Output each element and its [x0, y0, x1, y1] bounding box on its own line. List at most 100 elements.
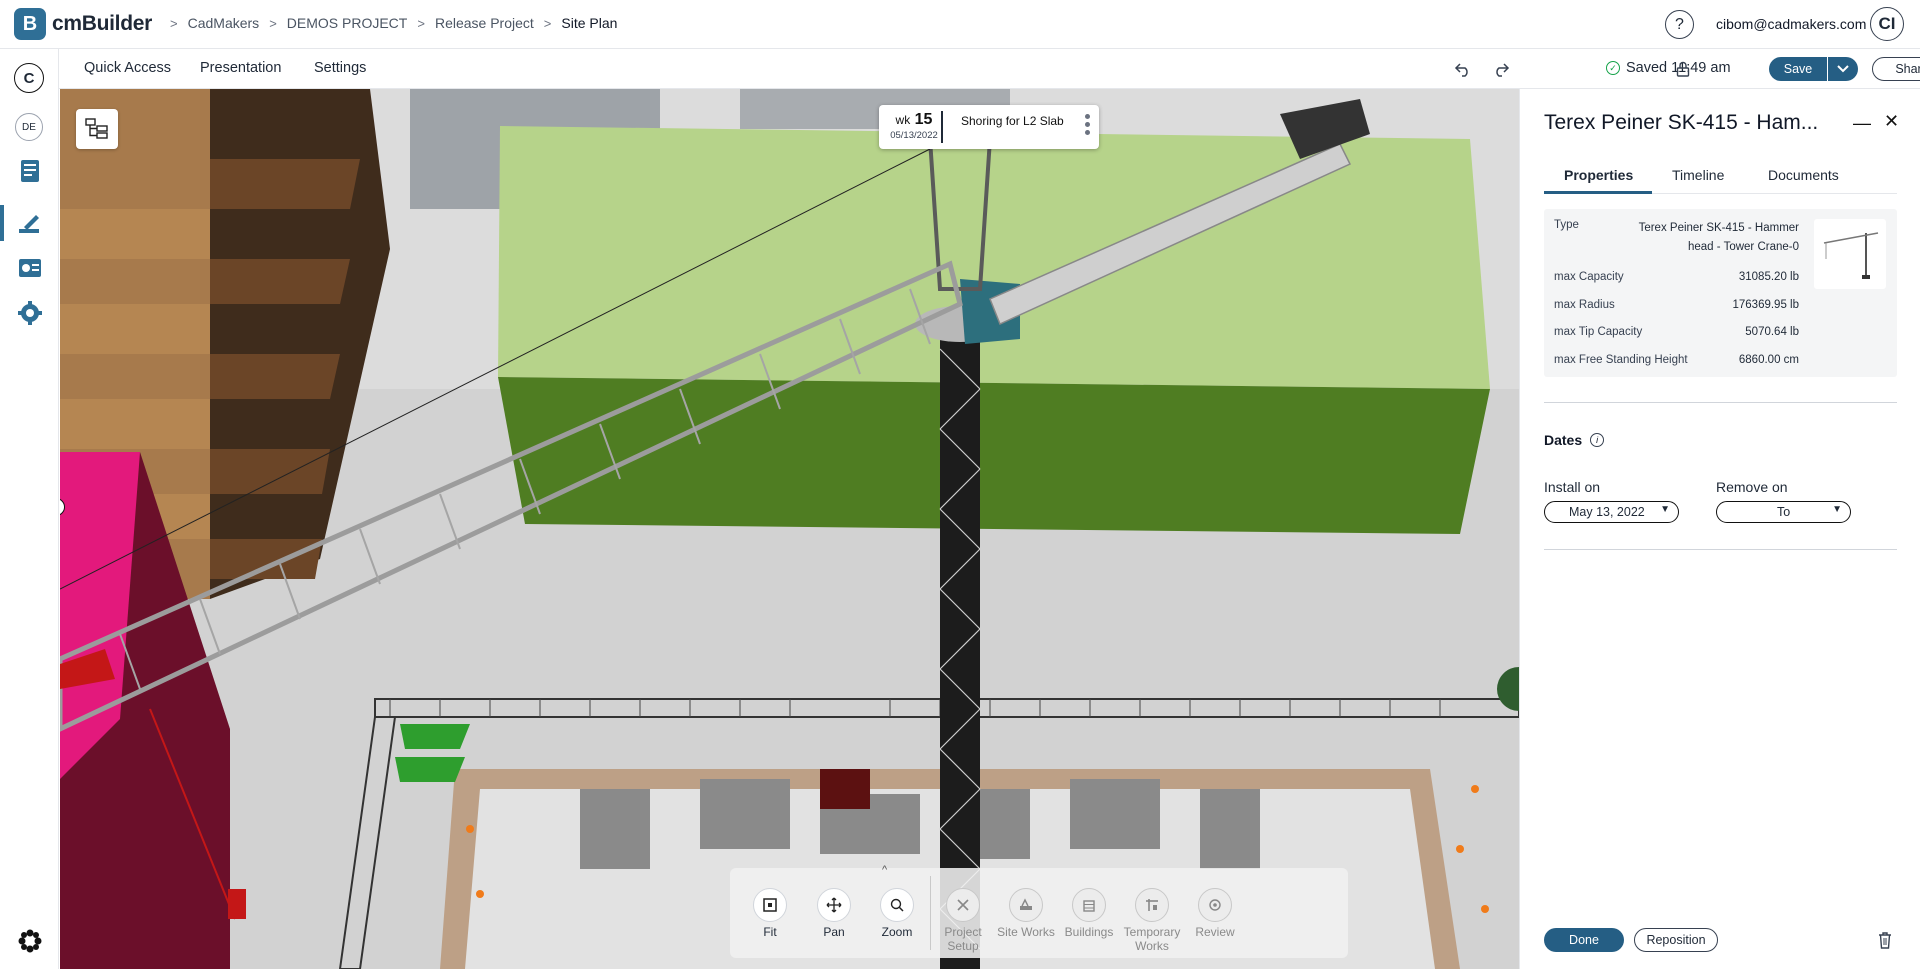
reposition-button[interactable]: Reposition — [1634, 928, 1718, 952]
active-indicator — [0, 205, 4, 241]
check-circle-icon: ✓ — [1606, 61, 1620, 75]
property-value: Terex Peiner SK-415 - Hammer head - Towe… — [1638, 222, 1799, 253]
buildings-tool[interactable]: Buildings — [1059, 888, 1119, 939]
view-toolbar: ^ Fit Pan Zoom Project Setup Site Works … — [730, 864, 1348, 958]
breadcrumb: > CadMakers > DEMOS PROJECT > Release Pr… — [170, 15, 617, 31]
schedule-week-card[interactable]: wk 15 05/13/2022 Shoring for L2 Slab — [879, 105, 1099, 149]
scene-tree-icon[interactable] — [76, 109, 118, 149]
site-3d-scene — [60, 89, 1519, 969]
fit-tool[interactable]: Fit — [740, 888, 800, 939]
app-logo[interactable]: B cmBuilder — [14, 8, 152, 40]
dashboard-icon[interactable] — [16, 254, 44, 282]
site-works-tool[interactable]: Site Works — [996, 888, 1056, 939]
property-value: 6860.00 cm — [1738, 354, 1799, 366]
save-button[interactable]: Save — [1769, 57, 1827, 81]
chevron-right-icon: > — [543, 15, 552, 31]
breadcrumb-item[interactable]: Release Project — [435, 15, 534, 31]
dates-label: Dates — [1544, 432, 1583, 448]
tool-label: Buildings — [1064, 925, 1114, 939]
property-row: Type Terex Peiner SK-415 - Hammer head -… — [1554, 219, 1799, 257]
pan-icon — [817, 888, 851, 922]
menu-bar: Quick Access Presentation Settings ✓ Sav… — [59, 49, 1920, 89]
tool-label: Site Works — [997, 925, 1055, 939]
app-name: cmBuilder — [52, 12, 152, 35]
chevron-up-icon[interactable]: ^ — [882, 864, 887, 876]
apps-grid-icon[interactable] — [16, 927, 44, 955]
tool-label: Fit — [763, 925, 777, 939]
caret-down-icon: ▼ — [1832, 504, 1842, 515]
property-value: 176369.95 lb — [1732, 299, 1799, 311]
schedule-book-icon[interactable] — [16, 157, 44, 185]
zoom-tool[interactable]: Zoom — [867, 888, 927, 939]
review-tool[interactable]: Review — [1185, 888, 1245, 939]
trash-icon[interactable] — [1876, 930, 1894, 950]
property-row: max Free Standing Height 6860.00 cm — [1554, 354, 1799, 366]
project-setup-tool[interactable]: Project Setup — [933, 888, 993, 953]
remove-date-value: To — [1777, 505, 1791, 519]
breadcrumb-current: Site Plan — [561, 15, 618, 31]
share-button[interactable]: Share — [1872, 57, 1920, 81]
tab-properties[interactable]: Properties — [1564, 167, 1633, 183]
property-value: 5070.64 lb — [1745, 326, 1799, 338]
chevron-right-icon: > — [269, 15, 277, 31]
fit-icon — [753, 888, 787, 922]
week-number: 15 — [914, 111, 933, 128]
company-icon[interactable]: C — [14, 63, 44, 93]
remove-date-select[interactable]: To ▼ — [1716, 501, 1851, 523]
avatar[interactable]: CI — [1870, 7, 1904, 41]
activity-name: Shoring for L2 Slab — [961, 114, 1064, 128]
toolbar-divider — [930, 876, 931, 950]
redo-icon[interactable] — [1488, 56, 1514, 82]
temporary-works-icon — [1135, 888, 1169, 922]
minimize-icon[interactable]: — — [1853, 113, 1871, 134]
undo-icon[interactable] — [1450, 56, 1476, 82]
property-label: max Radius — [1554, 299, 1615, 311]
temporary-works-tool[interactable]: Temporary Works — [1122, 888, 1182, 953]
tab-timeline[interactable]: Timeline — [1672, 167, 1724, 183]
chevron-right-icon: > — [417, 15, 425, 31]
buildings-icon — [1072, 888, 1106, 922]
week-indicator: wk 15 05/13/2022 — [887, 111, 943, 143]
pan-tool[interactable]: Pan — [804, 888, 864, 939]
menu-presentation[interactable]: Presentation — [200, 60, 281, 76]
panel-title: Terex Peiner SK-415 - Ham... — [1544, 111, 1819, 134]
crane-thumbnail — [1814, 219, 1886, 289]
save-options-chevron-down-icon[interactable] — [1828, 57, 1858, 81]
remove-on-label: Remove on — [1716, 479, 1788, 495]
install-date-select[interactable]: May 13, 2022 ▼ — [1544, 501, 1679, 523]
design-pencil-icon[interactable] — [16, 209, 44, 237]
properties-table: Type Terex Peiner SK-415 - Hammer head -… — [1544, 209, 1897, 377]
install-date-value: May 13, 2022 — [1569, 505, 1645, 519]
dates-heading: Dates i — [1544, 432, 1605, 448]
property-row: max Radius 176369.95 lb — [1554, 299, 1799, 311]
help-icon[interactable]: ? — [1665, 10, 1694, 39]
tool-label: Temporary Works — [1123, 925, 1181, 953]
review-icon — [1198, 888, 1232, 922]
section-divider — [1544, 402, 1897, 403]
property-row: max Capacity 31085.20 lb — [1554, 271, 1799, 283]
info-icon[interactable]: i — [1590, 433, 1605, 447]
active-tab-underline — [1544, 191, 1652, 194]
tool-label: Zoom — [881, 925, 913, 939]
close-icon[interactable]: ✕ — [1884, 111, 1899, 132]
breadcrumb-item[interactable]: CadMakers — [188, 15, 260, 31]
tab-documents[interactable]: Documents — [1768, 167, 1839, 183]
tool-label: Pan — [823, 925, 845, 939]
install-on-label: Install on — [1544, 479, 1601, 495]
breadcrumb-item[interactable]: DEMOS PROJECT — [287, 15, 408, 31]
lock-icon[interactable] — [1670, 56, 1696, 82]
top-bar: B cmBuilder > CadMakers > DEMOS PROJECT … — [0, 0, 1920, 49]
menu-settings[interactable]: Settings — [314, 60, 366, 76]
gear-icon[interactable] — [16, 299, 44, 327]
menu-quick-access[interactable]: Quick Access — [84, 60, 171, 76]
more-vertical-icon[interactable] — [1085, 114, 1091, 135]
zoom-icon — [880, 888, 914, 922]
panel-tabs: Properties Timeline Documents — [1544, 164, 1897, 194]
logo-mark: B — [14, 8, 46, 40]
property-label: max Capacity — [1554, 271, 1624, 283]
tool-label: Project Setup — [944, 925, 982, 953]
user-initials-icon[interactable]: DE — [15, 113, 43, 141]
user-email[interactable]: cibom@cadmakers.com — [1716, 16, 1866, 32]
site-plan-3d-viewport[interactable]: › — [60, 89, 1519, 969]
done-button[interactable]: Done — [1544, 928, 1624, 952]
